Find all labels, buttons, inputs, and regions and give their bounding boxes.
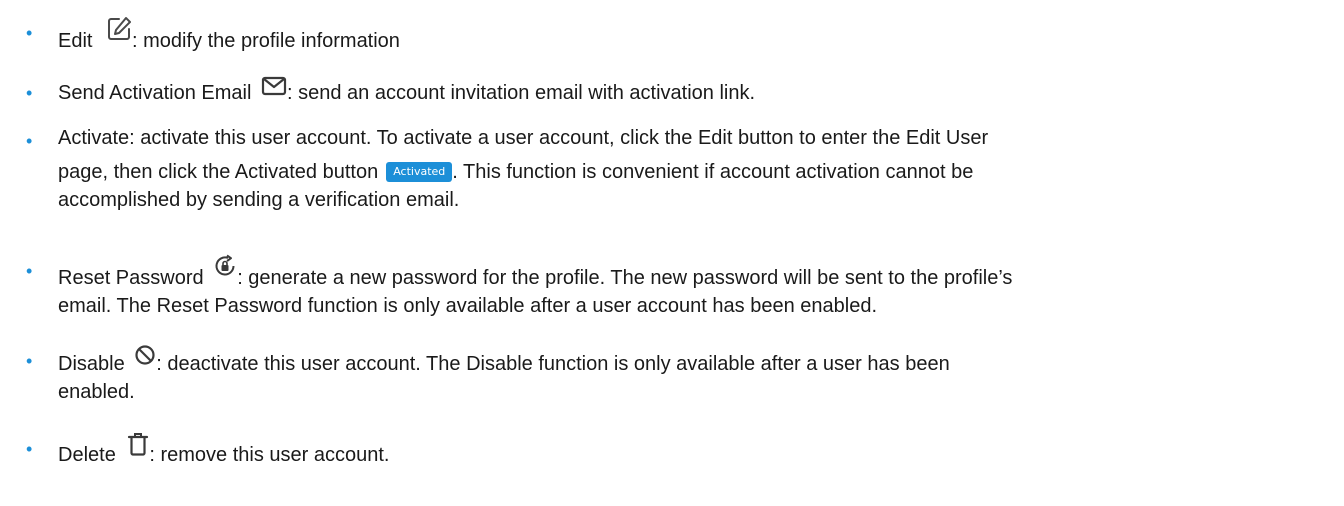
bullet: •: [26, 131, 33, 151]
item-label: Edit: [58, 30, 93, 52]
trash-icon: [127, 432, 149, 456]
reset-password-icon: [213, 254, 237, 278]
edit-icon: [106, 16, 132, 42]
bullet: •: [26, 261, 33, 281]
item-line: enabled.: [58, 381, 135, 403]
item-line: page, then click the Activated button: [58, 161, 379, 183]
disable-icon: [134, 344, 156, 366]
bullet: •: [26, 23, 33, 43]
mail-icon: [261, 76, 287, 96]
item-line: . This function is convenient if account…: [452, 161, 974, 183]
item-desc: : send an account invitation email with …: [287, 82, 756, 104]
item-line: accomplished by sending a verification e…: [58, 189, 460, 211]
item-line: email. The Reset Password function is on…: [58, 295, 878, 317]
item-label: Disable: [58, 353, 125, 375]
activated-badge: Activated: [386, 162, 453, 182]
item-label: Send Activation Email: [58, 82, 252, 104]
bullet: •: [26, 83, 33, 103]
item-label: Reset Password: [58, 267, 204, 289]
item-desc: : modify the profile information: [132, 30, 400, 52]
item-desc: : remove this user account.: [149, 444, 390, 466]
item-label: Delete: [58, 444, 116, 466]
item-line: : generate a new password for the profil…: [237, 267, 1013, 289]
bullet: •: [26, 439, 33, 459]
bullet: •: [26, 351, 33, 371]
item-line: Activate: activate this user account. To…: [58, 127, 989, 149]
item-line: : deactivate this user account. The Disa…: [156, 353, 950, 375]
